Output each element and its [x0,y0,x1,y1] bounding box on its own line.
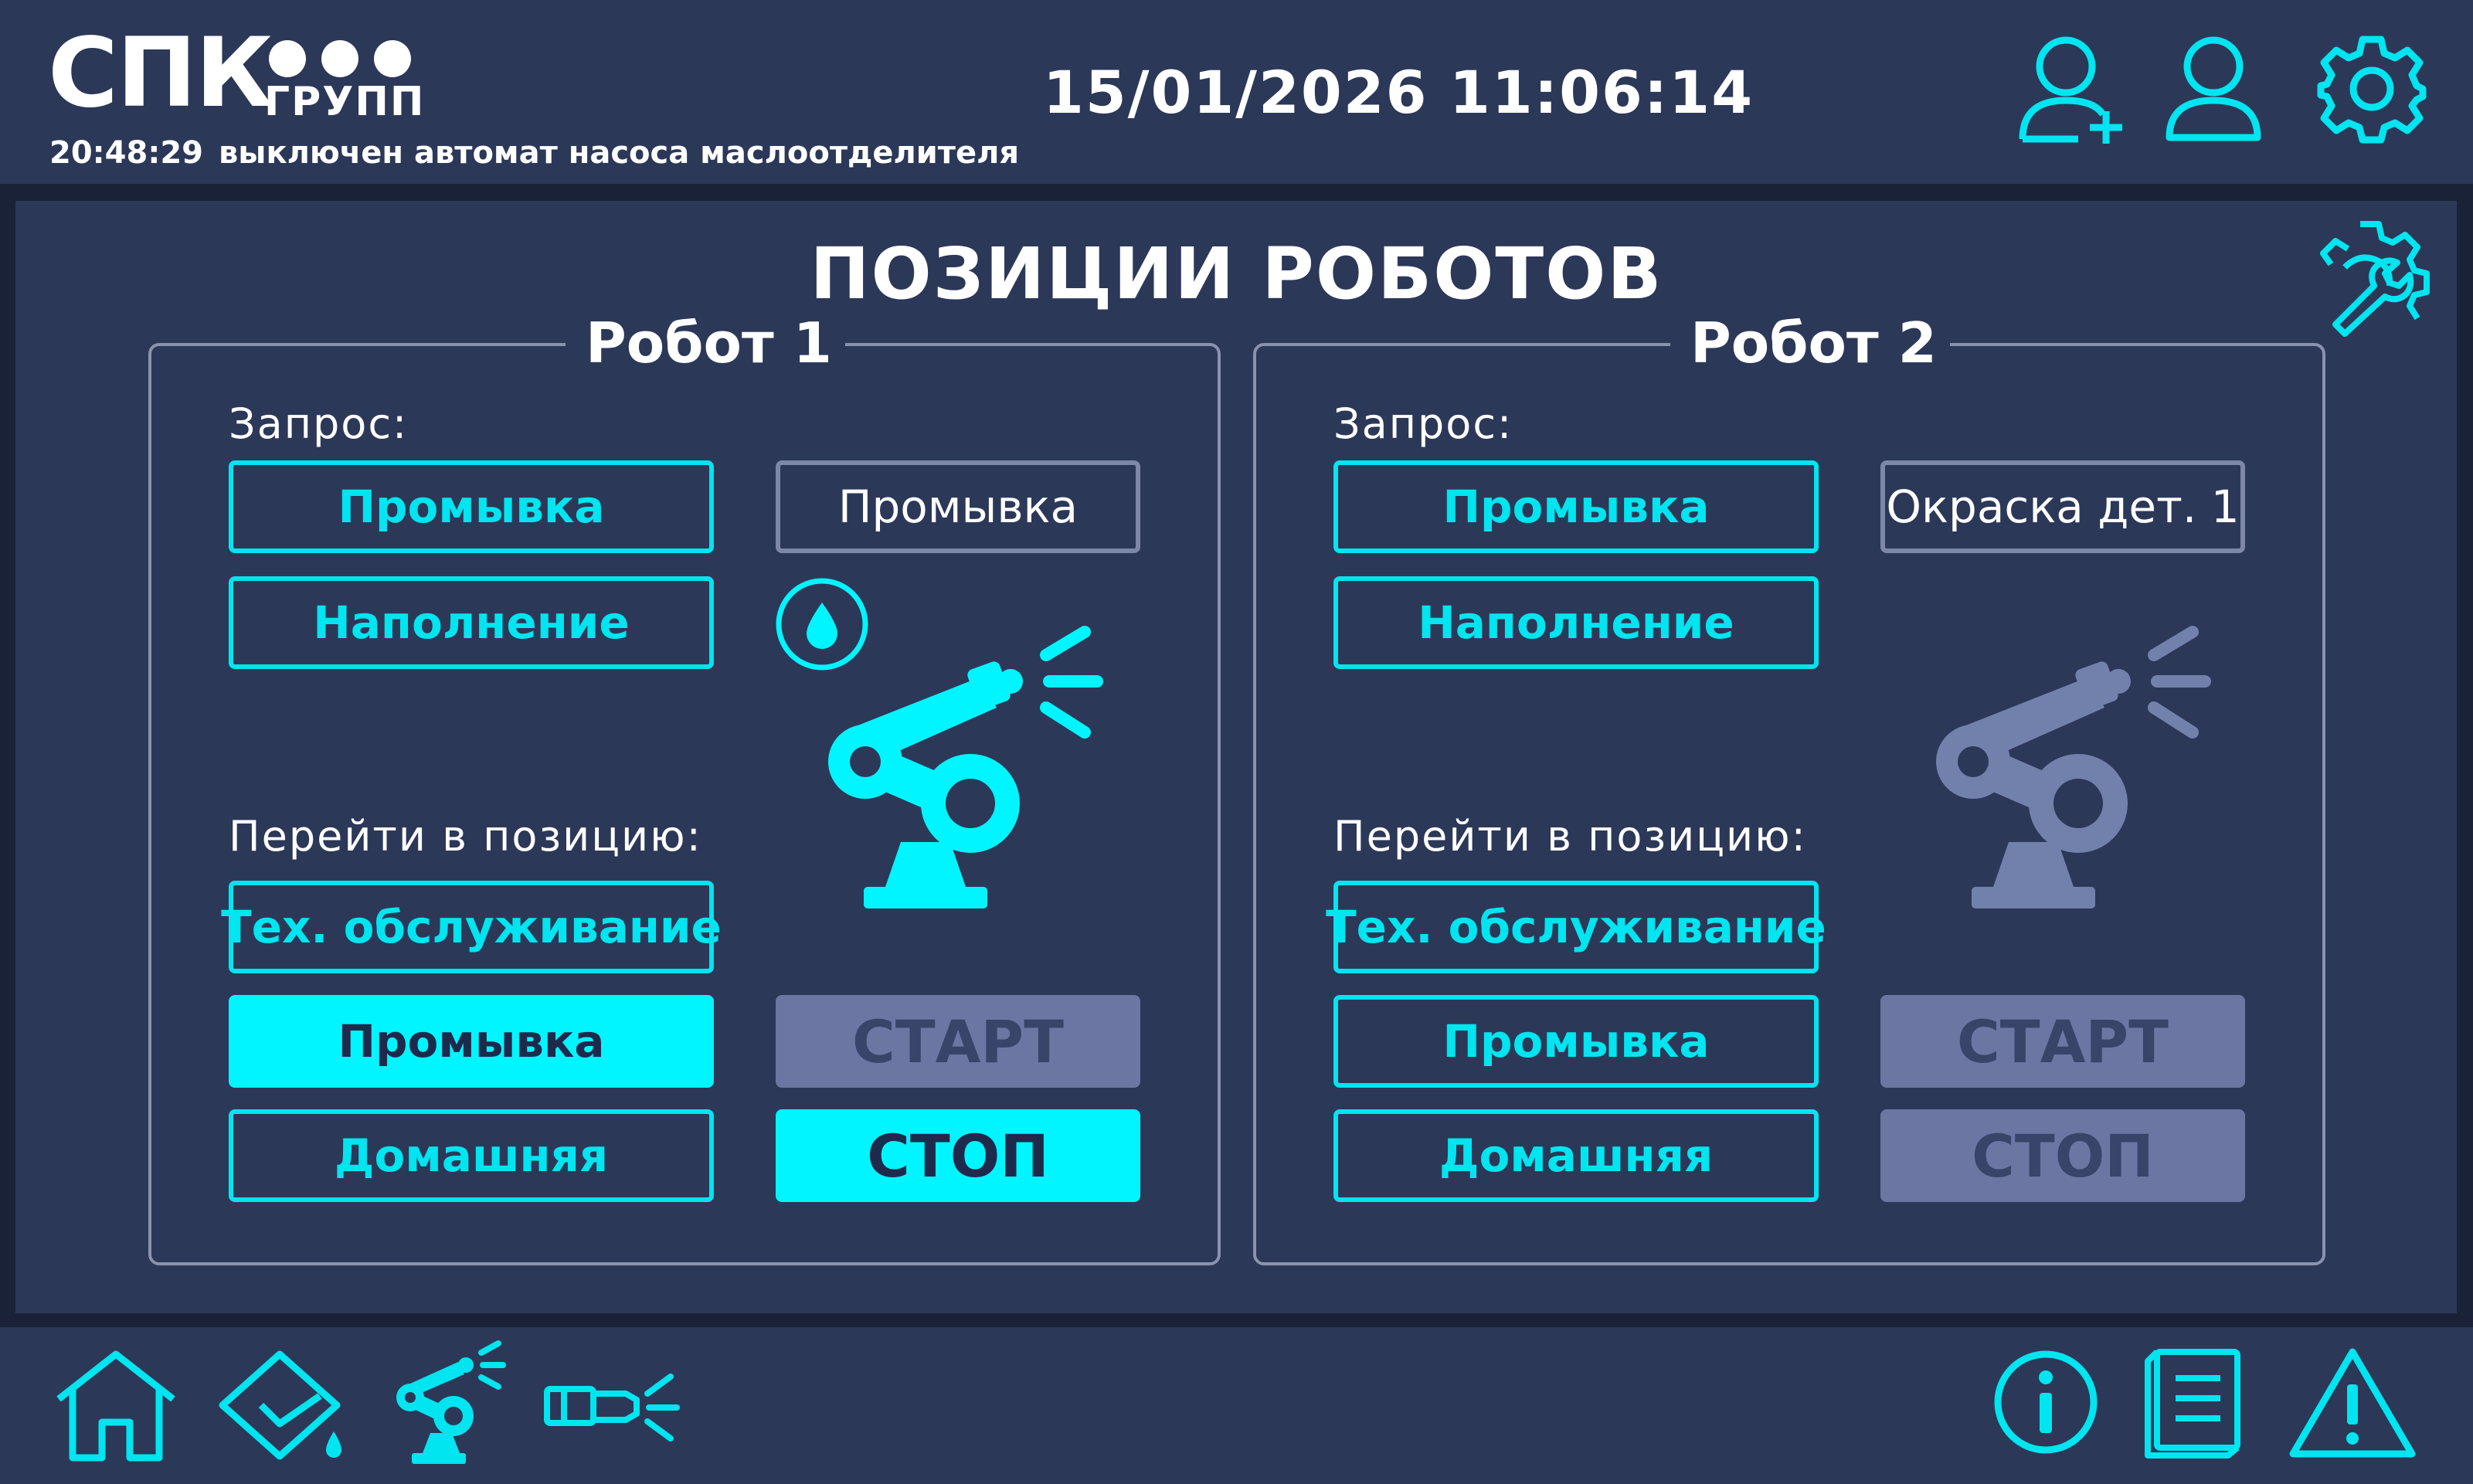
info-icon[interactable] [1992,1348,2100,1456]
current-request-box: Промывка [776,460,1140,553]
logo-main: СПК [48,18,273,129]
home-icon[interactable] [54,1348,178,1464]
spray-gun-icon[interactable] [541,1360,680,1452]
goto-home-button[interactable]: Домашняя [1333,1109,1819,1202]
robot-panel-title: Робот 1 [566,304,845,382]
start-button[interactable]: СТАРТ [776,995,1140,1088]
request-label: Запрос: [229,399,409,448]
request-label: Запрос: [1333,399,1513,448]
footer-bar [0,1327,2473,1484]
current-request-box: Окраска дет. 1 [1880,460,2245,553]
robot-arm-icon [828,626,1103,908]
goto-wash-button[interactable]: Промывка [1333,995,1819,1088]
logo-sub: ГРУПП [264,79,426,125]
goto-label: Перейти в позицию: [1333,812,1807,861]
add-user-icon[interactable] [2016,31,2132,147]
request-wash-button[interactable]: Промывка [1333,460,1819,553]
goto-service-button[interactable]: Тех. обслуживание [1326,881,1826,973]
current-time: 11:06:14 [1449,58,1755,127]
tank-fill-icon[interactable] [216,1348,352,1464]
goto-service-button[interactable]: Тех. обслуживание [221,881,722,973]
request-fill-button[interactable]: Наполнение [229,576,714,669]
alarm-time: 20:48:29 [49,135,203,171]
goto-home-button[interactable]: Домашняя [229,1109,714,1202]
wrench-gear-icon[interactable] [2314,218,2430,341]
goto-wash-button[interactable]: Промывка [229,995,714,1088]
start-button[interactable]: СТАРТ [1880,995,2245,1088]
alarm-message[interactable]: 20:48:29 выключен автомат насоса маслоотд… [49,131,1019,175]
page-title: ПОЗИЦИИ РОБОТОВ [810,233,1663,315]
request-fill-button[interactable]: Наполнение [1333,576,1819,669]
request-wash-button[interactable]: Промывка [229,460,714,553]
current-date: 15/01/2026 [1043,58,1428,127]
stop-button[interactable]: СТОП [1880,1109,2245,1202]
logo: СПК ГРУПП [48,23,423,125]
user-icon[interactable] [2163,31,2264,147]
warning-icon[interactable] [2287,1344,2418,1460]
gear-icon[interactable] [2314,31,2430,147]
robot-panel-title: Робот 2 [1670,304,1950,382]
manual-book-icon[interactable] [2140,1344,2248,1460]
robot-nav-icon[interactable] [382,1333,514,1472]
robot-arm-icon [1936,626,2211,908]
stop-button[interactable]: СТОП [776,1109,1140,1202]
goto-label: Перейти в позицию: [229,812,702,861]
alarm-text: выключен автомат насоса маслоотделителя [218,135,1020,171]
